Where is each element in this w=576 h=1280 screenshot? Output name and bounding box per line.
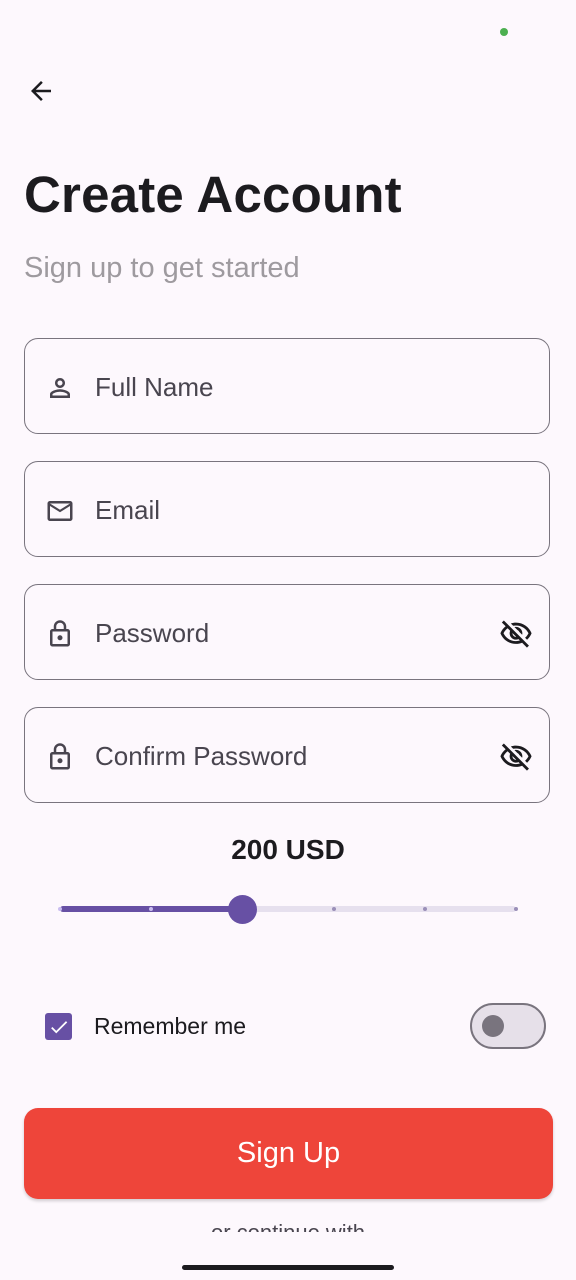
check-icon: [50, 1020, 67, 1033]
mail-icon: [47, 501, 73, 521]
slider-tick: [422, 907, 427, 911]
toggle-knob: [482, 1015, 504, 1037]
bottom-area: [0, 1232, 576, 1280]
confirm-password-field[interactable]: [24, 707, 550, 803]
full-name-input[interactable]: [95, 363, 475, 411]
email-input[interactable]: [95, 486, 475, 534]
privacy-indicator-dot: [500, 28, 508, 36]
full-name-field[interactable]: [24, 338, 550, 434]
sign-up-button[interactable]: Sign Up: [24, 1108, 553, 1199]
amount-slider[interactable]: [58, 894, 518, 924]
visibility-off-icon[interactable]: [499, 617, 533, 651]
password-field[interactable]: [24, 584, 550, 680]
confirm-password-input[interactable]: [95, 732, 475, 780]
password-input[interactable]: [95, 609, 475, 657]
slider-thumb[interactable]: [228, 895, 258, 924]
email-field[interactable]: [24, 461, 550, 557]
signup-screen: Create Account Sign up to get started Fu…: [0, 0, 576, 1280]
back-button[interactable]: [18, 70, 64, 112]
lock-icon: [50, 743, 70, 770]
status-bar: [0, 0, 576, 60]
arrow-back-icon: [31, 81, 51, 101]
slider-tick: [331, 907, 336, 911]
lock-icon: [50, 620, 70, 647]
home-indicator[interactable]: [182, 1265, 394, 1270]
remember-me-checkbox[interactable]: [45, 1013, 72, 1040]
amount-label: 200 USD: [231, 834, 345, 865]
page-subtitle: Sign up to get started: [24, 252, 300, 284]
slider-tick: [58, 907, 62, 911]
person-icon: [50, 378, 70, 398]
slider-tick: [514, 907, 518, 911]
remember-me-label: Remember me: [94, 1013, 247, 1039]
visibility-off-icon[interactable]: [499, 740, 533, 774]
continue-with-text: or continue with: [0, 1218, 576, 1232]
settings-toggle[interactable]: [470, 1003, 546, 1049]
page-title: Create Account: [24, 166, 402, 223]
